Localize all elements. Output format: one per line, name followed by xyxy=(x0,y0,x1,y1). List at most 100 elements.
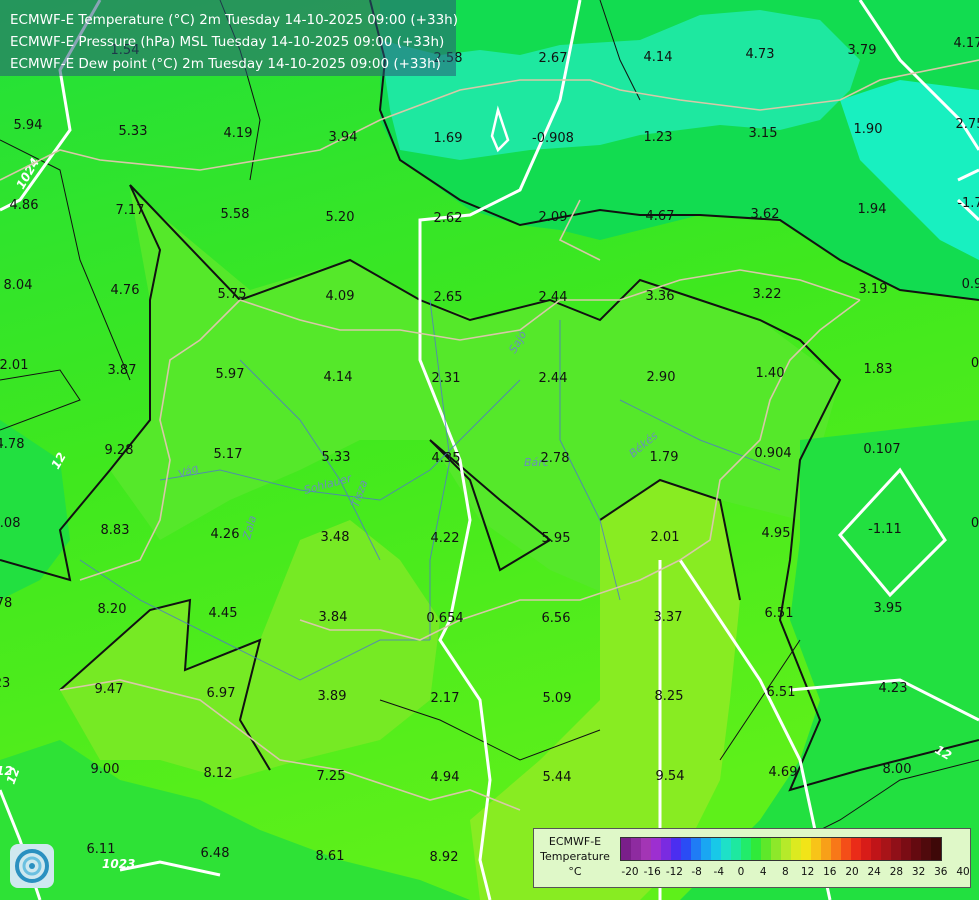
legend-color-swatch xyxy=(771,838,781,860)
header-temperature: ECMWF-E Temperature (°C) 2m Tuesday 14-1… xyxy=(10,12,458,28)
temperature-value: 4.73 xyxy=(746,47,775,62)
legend-tick: -16 xyxy=(643,866,661,878)
temperature-value: 2.01 xyxy=(0,358,28,373)
temperature-value: 8.83 xyxy=(101,523,130,538)
legend-tick: 36 xyxy=(934,866,948,878)
temperature-value: 6.56 xyxy=(542,611,571,626)
legend-color-swatch xyxy=(811,838,821,860)
temperature-value: 5.44 xyxy=(543,770,572,785)
ecmwf-logo xyxy=(10,844,54,888)
temperature-value: 8.04 xyxy=(4,278,33,293)
legend-color-swatch xyxy=(901,838,911,860)
legend-tick: -20 xyxy=(621,866,639,878)
temperature-value: 3.36 xyxy=(646,289,675,304)
temperature-value: 1.40 xyxy=(756,366,785,381)
temperature-value: 4.94 xyxy=(431,770,460,785)
temperature-value: 0.08 xyxy=(0,516,20,531)
temperature-value: 4.67 xyxy=(646,209,675,224)
temperature-value: -0.908 xyxy=(532,131,574,146)
temperature-value: 4.23 xyxy=(879,681,908,696)
legend-color-swatch xyxy=(861,838,871,860)
temperature-value: -1.11 xyxy=(868,522,902,537)
temperature-value: 0.107 xyxy=(863,442,900,457)
temperature-value: 5.97 xyxy=(216,367,245,382)
legend-color-swatch xyxy=(911,838,921,860)
legend-subtitle: Temperature xyxy=(540,850,610,863)
temperature-value: 8.25 xyxy=(655,689,684,704)
temperature-value: 2.90 xyxy=(647,370,676,385)
isobar-label: 1023 xyxy=(102,857,135,871)
temperature-value: 2.65 xyxy=(434,290,463,305)
legend-color-swatch xyxy=(851,838,861,860)
legend-color-swatch xyxy=(651,838,661,860)
legend-tick: 16 xyxy=(823,866,837,878)
legend-color-swatch xyxy=(841,838,851,860)
temperature-value: 3.62 xyxy=(751,207,780,222)
legend-color-swatch xyxy=(701,838,711,860)
temperature-value: 2.44 xyxy=(539,371,568,386)
weather-map: 1024 1023 12 12 12 12 Vág Sohlauer Zala … xyxy=(0,0,979,900)
temperature-value: 1.83 xyxy=(864,362,893,377)
legend-color-swatch xyxy=(751,838,761,860)
temperature-value: 3.48 xyxy=(321,530,350,545)
temperature-value: 8.92 xyxy=(430,850,459,865)
legend-tick: 32 xyxy=(911,866,926,878)
temperature-value: 2.17 xyxy=(431,691,460,706)
temperature-value: 5.33 xyxy=(119,124,148,139)
temperature-value: 4.86 xyxy=(10,198,39,213)
temperature-value: 6.11 xyxy=(87,842,116,857)
legend-tick: -8 xyxy=(691,866,702,878)
temperature-value: 3.79 xyxy=(848,43,877,58)
temperature-value: 3.19 xyxy=(859,282,888,297)
temperature-value: 6.51 xyxy=(765,606,794,621)
temperature-value: 2.31 xyxy=(432,371,461,386)
temperature-value: 1.94 xyxy=(858,202,887,217)
temperature-value: 0.654 xyxy=(426,611,463,626)
temperature-value: 1.23 xyxy=(644,130,673,145)
legend-color-swatch xyxy=(881,838,891,860)
legend-color-swatch xyxy=(741,838,751,860)
legend-color-swatch xyxy=(791,838,801,860)
temperature-value: 9.47 xyxy=(95,682,124,697)
temperature-legend: ECMWF-E Temperature °C -20 -16 -12 -8 -4 0 4 8 1… xyxy=(533,828,971,888)
temperature-value: 4.78 xyxy=(0,437,24,452)
legend-color-swatch xyxy=(761,838,771,860)
legend-tick: -12 xyxy=(665,866,683,878)
temperature-value: 8.20 xyxy=(98,602,127,617)
legend-tick: -4 xyxy=(713,866,725,878)
temperature-value: 3.15 xyxy=(749,126,778,141)
legend-unit: °C xyxy=(568,865,582,878)
temperature-value: 2.01 xyxy=(651,530,680,545)
temperature-value: 9.54 xyxy=(656,769,685,784)
header-pressure: ECMWF-E Pressure (hPa) MSL Tuesday 14-10… xyxy=(10,34,445,50)
temperature-value: 4.22 xyxy=(431,531,460,546)
legend-color-swatch xyxy=(831,838,841,860)
temperature-value: 6.97 xyxy=(207,686,236,701)
temperature-value: 0 xyxy=(971,356,979,371)
temperature-value: 2.75 xyxy=(956,117,979,132)
temperature-value: 4.14 xyxy=(644,50,673,65)
temperature-value: 0.9 xyxy=(962,277,979,292)
legend-color-swatch xyxy=(801,838,811,860)
temperature-value: 3.37 xyxy=(654,610,683,625)
temperature-value: 23 xyxy=(0,676,10,691)
temperature-value: 5.95 xyxy=(542,531,571,546)
legend-color-swatch xyxy=(931,838,941,860)
temperature-value: 6.48 xyxy=(201,846,230,861)
legend-tick: 20 xyxy=(845,866,859,878)
temperature-value: 4.17 xyxy=(954,36,979,51)
header-dewpoint: ECMWF-E Dew point (°C) 2m Tuesday 14-10-… xyxy=(10,56,441,72)
temperature-value: 4.95 xyxy=(762,526,791,541)
temperature-value: 2.62 xyxy=(434,211,463,226)
legend-color-swatch xyxy=(821,838,831,860)
temperature-value: 4.35 xyxy=(432,451,461,466)
temperature-value: 1.90 xyxy=(854,122,883,137)
temperature-value: 5.20 xyxy=(326,210,355,225)
legend-tick: 12 xyxy=(800,866,815,878)
isobar-label: 12 xyxy=(0,764,13,778)
legend-color-swatch xyxy=(641,838,651,860)
legend-color-swatch xyxy=(681,838,691,860)
temperature-value: 3.94 xyxy=(329,130,358,145)
legend-color-bar xyxy=(620,837,942,861)
temperature-value: 7.25 xyxy=(317,769,346,784)
